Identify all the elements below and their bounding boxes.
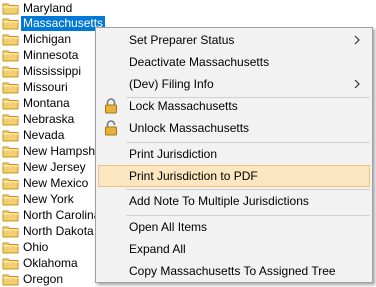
menu-item-label: Unlock Massachusetts <box>129 121 250 135</box>
chevron-right-icon <box>354 35 360 45</box>
folder-icon <box>2 210 19 221</box>
menu-item-set-preparer-status[interactable]: Set Preparer Status <box>98 29 370 51</box>
tree-item-label: Nebraska <box>23 111 75 126</box>
folder-icon <box>2 66 19 77</box>
tree-item-label: Minnesota <box>23 47 79 62</box>
menu-item-print-jurisdiction-pdf[interactable]: Print Jurisdiction to PDF <box>98 165 370 187</box>
folder-icon <box>2 242 19 253</box>
folder-icon <box>2 258 19 269</box>
folder-icon <box>2 130 19 141</box>
menu-item-unlock[interactable]: Unlock Massachusetts <box>98 117 370 139</box>
folder-icon <box>2 178 19 189</box>
folder-icon <box>2 114 19 125</box>
tree-item-label: Missouri <box>23 79 68 94</box>
menu-item-label: Print Jurisdiction to PDF <box>129 169 258 183</box>
folder-icon <box>2 82 19 93</box>
menu-item-dev-filing-info[interactable]: (Dev) Filing Info <box>98 73 370 95</box>
menu-item-label: (Dev) Filing Info <box>129 77 214 91</box>
tree-item-label: Maryland <box>23 0 73 15</box>
tree-item-label: Montana <box>23 95 70 110</box>
context-menu: Set Preparer Status Deactivate Massachus… <box>95 27 373 283</box>
tree-item-label: Nevada <box>23 127 65 142</box>
menu-item-lock[interactable]: Lock Massachusetts <box>98 95 370 117</box>
menu-item-deactivate[interactable]: Deactivate Massachusetts <box>98 51 370 73</box>
tree-item-label: North Dakota <box>23 223 94 238</box>
lock-open-icon <box>105 120 117 136</box>
folder-icon <box>2 226 19 237</box>
tree-item-label: Ohio <box>23 239 49 254</box>
folder-icon <box>2 274 19 285</box>
lock-closed-icon <box>105 98 117 114</box>
folder-icon <box>2 162 19 173</box>
tree-item-label: New Mexico <box>23 175 89 190</box>
menu-item-label: Deactivate Massachusetts <box>129 55 270 69</box>
folder-icon <box>2 146 19 157</box>
menu-item-print-jurisdiction[interactable]: Print Jurisdiction <box>98 143 370 165</box>
chevron-right-icon <box>354 79 360 89</box>
tree-item-label: Mississippi <box>23 63 82 78</box>
menu-item-copy-to-assigned-tree[interactable]: Copy Massachusetts To Assigned Tree <box>98 260 370 282</box>
tree-item-label: New York <box>23 191 74 206</box>
tree-item-maryland[interactable]: Maryland <box>2 0 202 16</box>
menu-item-label: Set Preparer Status <box>129 33 235 47</box>
tree-item-label: Oklahoma <box>23 255 78 270</box>
tree-item-label: New Jersey <box>23 159 86 174</box>
menu-item-label: Lock Massachusetts <box>129 99 238 113</box>
menu-item-label: Add Note To Multiple Jurisdictions <box>129 194 309 208</box>
tree-item-label: Massachusetts <box>21 15 106 31</box>
menu-item-label: Copy Massachusetts To Assigned Tree <box>129 264 336 278</box>
menu-item-label: Open All Items <box>129 220 208 234</box>
menu-item-label: Expand All <box>129 242 186 256</box>
folder-icon <box>2 98 19 109</box>
tree-item-label: North Carolina <box>23 207 101 222</box>
folder-icon <box>2 34 19 45</box>
menu-item-expand-all[interactable]: Expand All <box>98 238 370 260</box>
menu-item-open-all-items[interactable]: Open All Items <box>98 216 370 238</box>
folder-icon <box>2 3 19 14</box>
folder-icon <box>2 194 19 205</box>
tree-item-label: Michigan <box>23 31 72 46</box>
folder-icon <box>2 50 19 61</box>
menu-item-add-note[interactable]: Add Note To Multiple Jurisdictions <box>98 190 370 212</box>
tree-item-label: Oregon <box>23 271 64 286</box>
menu-item-label: Print Jurisdiction <box>129 147 218 161</box>
folder-icon <box>2 18 19 29</box>
